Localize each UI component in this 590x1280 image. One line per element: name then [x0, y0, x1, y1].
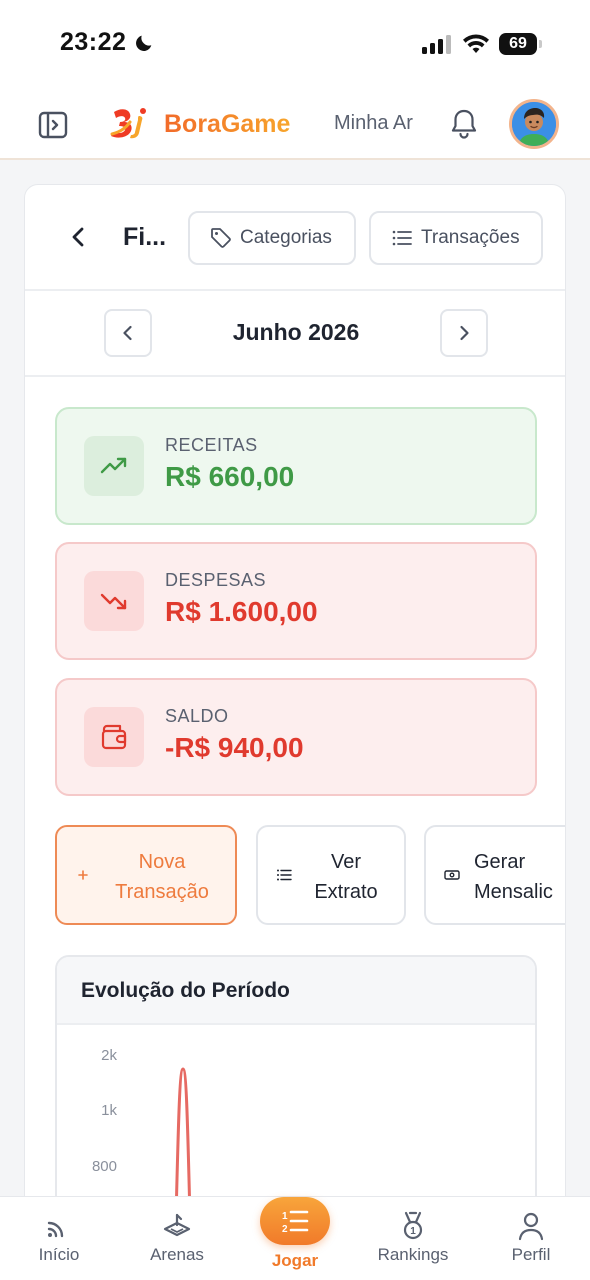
- arena-icon: [163, 1213, 191, 1237]
- nav-label-jogar: Jogar: [271, 1251, 319, 1270]
- chart-header: Evolução do Período: [57, 957, 535, 1025]
- user-icon: [518, 1212, 544, 1241]
- receitas-icon-box: [84, 436, 144, 496]
- gerar-mensalidade-text: Gerar Mensalic: [466, 847, 565, 907]
- home-signal-icon: [47, 1221, 64, 1238]
- gerar-mensalidade-line1: Gerar: [474, 851, 526, 873]
- nav-label-rankings: Rankings: [377, 1245, 449, 1264]
- app-logo[interactable]: BoraGame: [108, 104, 290, 144]
- avatar-icon: [512, 102, 556, 146]
- status-time: 23:22: [60, 28, 127, 56]
- chart-title: Evolução do Período: [81, 979, 290, 1002]
- wifi-icon: [463, 34, 489, 53]
- ver-extrato-line2: Extrato: [314, 881, 378, 903]
- banknote-icon: [444, 870, 460, 880]
- categorias-button[interactable]: Categorias: [188, 211, 356, 265]
- svg-text:1: 1: [282, 1211, 288, 1222]
- nova-transacao-button[interactable]: Nova Transação: [55, 825, 237, 925]
- despesas-label: DESPESAS: [165, 570, 267, 590]
- receitas-label: RECEITAS: [165, 435, 258, 455]
- svg-text:1: 1: [410, 1226, 416, 1237]
- back-arrow-icon[interactable]: [65, 223, 93, 251]
- trending-up-icon: [100, 457, 127, 474]
- tag-icon: [211, 228, 231, 248]
- finance-card: Fi... Categorias Transações Junho 2026 R…: [24, 184, 566, 1214]
- nav-item-rankings[interactable]: 1 Rankings: [363, 1211, 463, 1275]
- battery-tip: [539, 40, 542, 48]
- evolucao-chart: 2k 1k 800: [92, 1047, 192, 1213]
- svg-text:2: 2: [282, 1224, 288, 1235]
- nav-item-inicio[interactable]: Início: [9, 1211, 109, 1275]
- nova-transacao-line2: Transação: [115, 881, 209, 903]
- jogar-button-circle: 1 2: [260, 1197, 330, 1245]
- ver-extrato-text: Ver Extrato: [298, 847, 394, 907]
- battery-indicator: 69: [499, 33, 543, 55]
- categorias-label: Categorias: [240, 227, 332, 248]
- saldo-value: -R$ 940,00: [165, 732, 304, 763]
- y-tick-label: 2k: [101, 1047, 117, 1064]
- series-line: [174, 1067, 192, 1213]
- ver-extrato-line1: Ver: [330, 851, 362, 873]
- medal-icon: 1: [403, 1211, 423, 1240]
- nav-item-arenas[interactable]: Arenas: [127, 1211, 227, 1275]
- nav-label-arenas: Arenas: [150, 1245, 204, 1264]
- nav-label-inicio: Início: [38, 1245, 80, 1264]
- header-link-minha-area[interactable]: Minha Ar: [334, 112, 424, 135]
- wallet-icon: [101, 724, 127, 750]
- saldo-card: SALDO -R$ 940,00: [55, 678, 537, 796]
- logo-mark-icon: [110, 108, 146, 139]
- evolucao-chart-card: Evolução do Período 2k 1k 800: [55, 955, 537, 1213]
- despesas-value: R$ 1.600,00: [165, 596, 318, 627]
- cellular-signal-icon: [422, 35, 451, 54]
- saldo-icon-box: [84, 707, 144, 767]
- nav-item-jogar[interactable]: 1 2 Jogar: [245, 1195, 345, 1279]
- despesas-icon-box: [84, 571, 144, 631]
- list-icon: [277, 869, 292, 881]
- nova-transacao-text: Nova Transação: [97, 847, 227, 907]
- transacoes-button[interactable]: Transações: [369, 211, 543, 265]
- saldo-label: SALDO: [165, 706, 229, 726]
- plus-icon: [78, 870, 88, 880]
- transacoes-label: Transações: [421, 227, 520, 248]
- receitas-card: RECEITAS R$ 660,00: [55, 407, 537, 525]
- bell-icon[interactable]: [450, 108, 478, 140]
- despesas-card: DESPESAS R$ 1.600,00: [55, 542, 537, 660]
- moon-icon: [136, 35, 152, 51]
- list-icon: [392, 230, 412, 246]
- y-tick-label: 1k: [101, 1102, 117, 1119]
- ordered-list-icon: 1 2: [282, 1210, 309, 1235]
- status-bar: 23:22 69: [0, 0, 590, 88]
- chevron-right-icon: [460, 325, 469, 341]
- receitas-value: R$ 660,00: [165, 461, 295, 492]
- next-month-button[interactable]: [440, 309, 488, 357]
- month-navigator: Junho 2026: [25, 291, 565, 377]
- nav-label-perfil: Perfil: [511, 1245, 551, 1264]
- page-title: Fi...: [123, 223, 167, 251]
- app-header: BoraGame Minha Ar: [0, 88, 590, 160]
- logo-text: BoraGame: [164, 109, 291, 138]
- finance-toolbar: Fi... Categorias Transações: [25, 185, 565, 291]
- nav-item-perfil[interactable]: Perfil: [481, 1211, 581, 1275]
- trending-down-icon: [100, 593, 127, 610]
- sidebar-toggle-icon[interactable]: [38, 111, 68, 139]
- avatar[interactable]: [509, 99, 559, 149]
- gerar-mensalidade-button[interactable]: Gerar Mensalic: [424, 825, 565, 925]
- ver-extrato-button[interactable]: Ver Extrato: [256, 825, 406, 925]
- bottom-nav: Início Arenas 1 2 Jogar 1 Rankings Perfi…: [0, 1196, 590, 1280]
- gerar-mensalidade-line2: Mensalic: [474, 881, 553, 903]
- nova-transacao-line1: Nova: [138, 851, 186, 873]
- battery-level: 69: [499, 33, 537, 55]
- y-tick-label: 800: [92, 1158, 117, 1175]
